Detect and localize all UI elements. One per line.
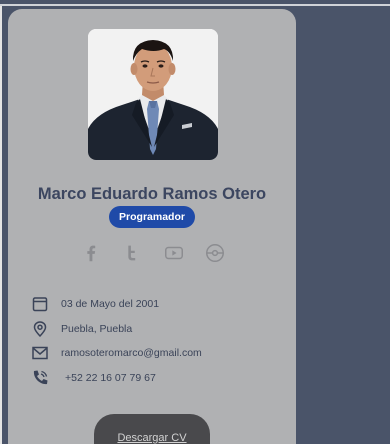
profile-photo (88, 29, 218, 160)
download-cv-button[interactable]: Descargar CV (94, 414, 210, 444)
phone-row: +52 22 16 07 79 67 (31, 368, 156, 388)
youtube-icon (164, 246, 183, 260)
phone-icon (31, 369, 49, 387)
location-pin-icon (31, 320, 49, 338)
email-row: ramosoteromarco@gmail.com (31, 343, 202, 363)
youtube-link[interactable] (161, 240, 187, 266)
phone-text: +52 22 16 07 79 67 (65, 372, 156, 384)
facebook-icon (87, 245, 96, 262)
twitter-icon (128, 245, 136, 261)
location-row: Puebla, Puebla (31, 319, 132, 339)
profile-card: Marco Eduardo Ramos Otero Programador 03… (8, 9, 296, 444)
download-cv-label: Descargar CV (117, 431, 187, 444)
birthday-row: 03 de Mayo del 2001 (31, 294, 159, 314)
email-link[interactable]: ramosoteromarco@gmail.com (61, 347, 202, 359)
top-border (0, 4, 390, 6)
role-badge: Programador (109, 206, 195, 228)
facebook-link[interactable] (78, 240, 104, 266)
location-text: Puebla, Puebla (61, 323, 133, 335)
birthday-text: 03 de Mayo del 2001 (61, 298, 160, 310)
record-icon (206, 244, 224, 262)
mail-icon (31, 344, 49, 362)
record-link[interactable] (202, 240, 228, 266)
left-border (0, 6, 2, 444)
profile-name: Marco Eduardo Ramos Otero (37, 185, 267, 203)
social-links (78, 240, 228, 266)
twitter-link[interactable] (119, 240, 145, 266)
portrait-photo (88, 29, 218, 160)
calendar-icon (31, 295, 49, 313)
